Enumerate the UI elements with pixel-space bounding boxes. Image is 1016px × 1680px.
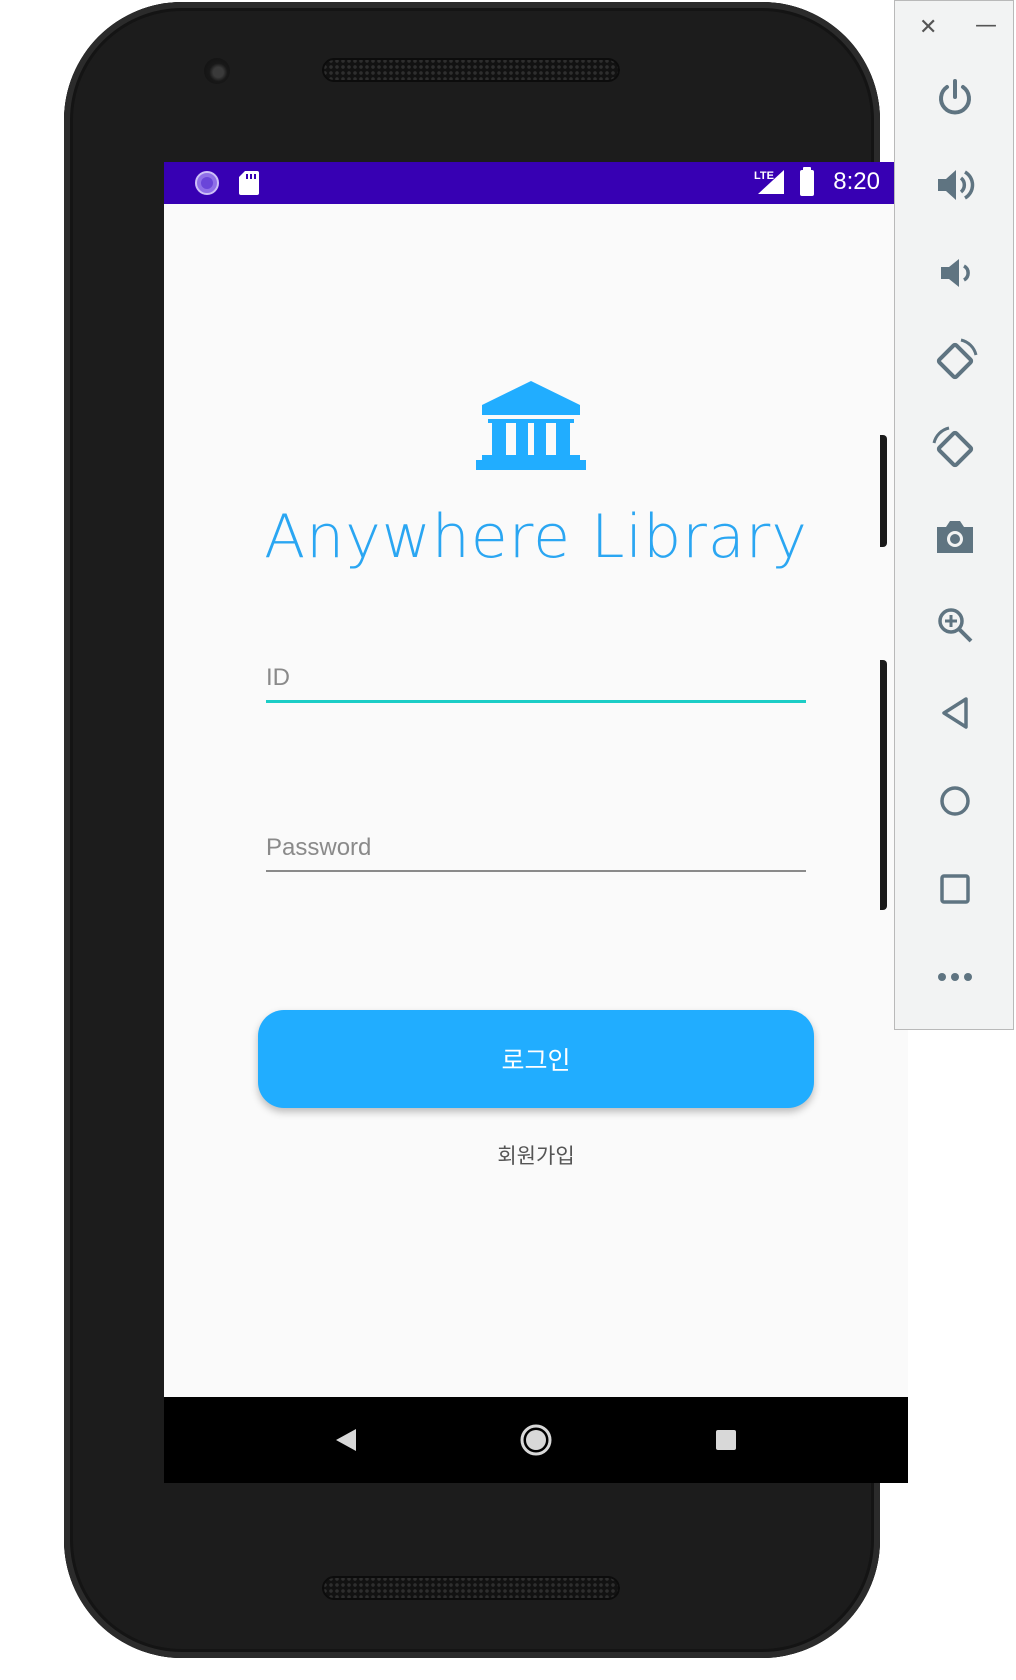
emulator-toolbar: ✕ —: [894, 0, 1014, 1030]
screenshot-button[interactable]: [925, 507, 985, 567]
back-icon: [942, 697, 968, 729]
zoom-icon: [938, 608, 973, 643]
rotate-right-button[interactable]: [925, 419, 985, 479]
battery-icon: [800, 167, 814, 196]
top-speaker-grille: [322, 58, 620, 82]
status-bar: LTE 8:20: [164, 162, 908, 204]
rotate-left-button[interactable]: [925, 331, 985, 391]
volume-down-button[interactable]: [925, 243, 985, 303]
recents-icon: [716, 1430, 736, 1450]
bottom-speaker-grille: [322, 1576, 620, 1600]
id-input[interactable]: [266, 664, 806, 700]
id-underline: [266, 700, 806, 703]
close-icon[interactable]: ✕: [919, 15, 937, 40]
library-bank-icon: [476, 379, 586, 475]
sd-card-icon: [238, 170, 260, 200]
password-underline: [266, 870, 806, 872]
toolbar-overview-button[interactable]: [925, 859, 985, 919]
minimize-icon[interactable]: —: [975, 13, 997, 38]
lte-signal-icon: LTE: [754, 168, 788, 200]
password-input[interactable]: [266, 834, 806, 870]
phone-device-frame: LTE 8:20 Anywhere Library ID 로그인 회원가입: [64, 2, 908, 1658]
nav-home-button[interactable]: [496, 1397, 576, 1483]
signup-link-label: 회원가입: [497, 1144, 575, 1168]
navigation-bar: [164, 1397, 908, 1483]
more-icon: [938, 973, 972, 981]
overview-icon: [940, 874, 970, 904]
rotate-left-icon: [936, 338, 978, 380]
front-camera: [204, 58, 230, 84]
rotate-right-icon: [932, 426, 974, 468]
login-button[interactable]: 로그인: [258, 1010, 814, 1108]
nav-recents-button[interactable]: [686, 1397, 766, 1483]
password-field[interactable]: [266, 834, 806, 872]
signup-link[interactable]: 회원가입: [164, 1140, 908, 1170]
toolbar-more-button[interactable]: [925, 947, 985, 1007]
id-field[interactable]: [266, 664, 806, 703]
svg-text:LTE: LTE: [754, 170, 774, 182]
app-title: Anywhere Library: [264, 502, 808, 572]
login-button-label: 로그인: [501, 1046, 571, 1075]
sync-icon: [194, 170, 220, 200]
volume-up-icon: [938, 170, 975, 200]
zoom-button[interactable]: [925, 595, 985, 655]
home-icon: [940, 786, 970, 816]
power-icon: [939, 79, 971, 115]
home-icon: [520, 1424, 552, 1456]
back-icon: [336, 1429, 356, 1451]
phone-power-key: [880, 435, 887, 547]
device-screen: LTE 8:20 Anywhere Library ID 로그인 회원가입: [164, 162, 908, 1483]
power-button[interactable]: [925, 67, 985, 127]
phone-volume-keys: [880, 660, 887, 910]
status-time: 8:20: [833, 168, 880, 195]
toolbar-home-button[interactable]: [925, 771, 985, 831]
camera-icon: [937, 521, 973, 553]
nav-back-button[interactable]: [306, 1397, 386, 1483]
volume-down-icon: [941, 259, 970, 287]
volume-up-button[interactable]: [925, 155, 985, 215]
toolbar-back-button[interactable]: [925, 683, 985, 743]
